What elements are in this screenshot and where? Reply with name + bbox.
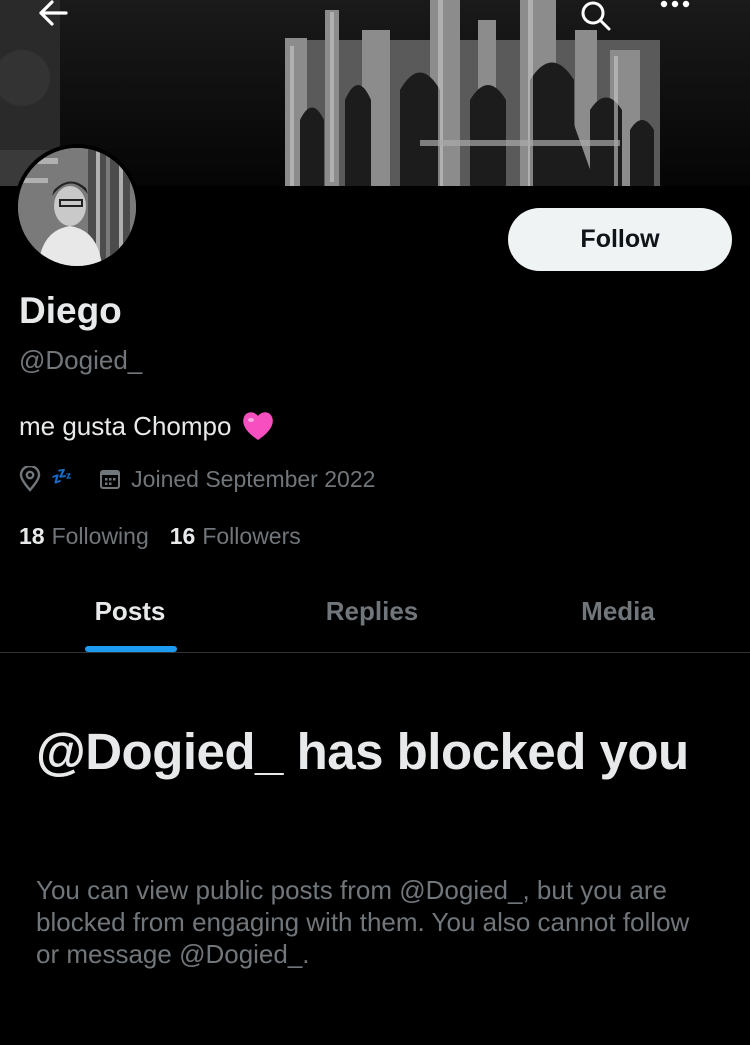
- active-tab-indicator: [85, 646, 177, 652]
- following-count: 18: [19, 523, 45, 549]
- avatar[interactable]: [14, 144, 140, 270]
- location-text: 💤: [51, 467, 72, 486]
- follow-button[interactable]: Follow: [508, 208, 732, 271]
- more-dots-icon: [660, 0, 690, 8]
- following-label: Following: [51, 523, 149, 549]
- location-icon: [19, 466, 41, 492]
- profile-tabs: Posts Replies Media: [0, 570, 750, 653]
- following-link[interactable]: 18 Following: [19, 519, 149, 553]
- followers-count: 16: [169, 523, 196, 549]
- tab-media[interactable]: Media: [494, 570, 742, 652]
- tab-posts[interactable]: Posts: [0, 570, 260, 652]
- followers-label: Followers: [202, 523, 301, 549]
- search-button[interactable]: [580, 0, 632, 38]
- blocked-title: @Dogied_ has blocked you: [36, 723, 689, 780]
- search-icon: [581, 1, 611, 31]
- back-button[interactable]: [38, 0, 92, 38]
- bio: me gusta Chompo: [19, 408, 275, 444]
- joined-date: Joined September 2022: [131, 465, 376, 492]
- user-handle: @Dogied_: [19, 345, 143, 375]
- tab-replies[interactable]: Replies: [250, 570, 494, 652]
- back-arrow-icon: [39, 0, 68, 26]
- bio-text: me gusta Chompo: [19, 411, 232, 441]
- calendar-icon: [99, 468, 121, 490]
- followers-link[interactable]: 16 Followers: [170, 519, 301, 553]
- avatar-photo: [18, 148, 136, 266]
- pink-heart-icon: [241, 410, 275, 442]
- blocked-description: You can view public posts from @Dogied_,…: [36, 875, 690, 969]
- more-options-button[interactable]: [660, 0, 712, 38]
- display-name: Diego: [19, 290, 122, 331]
- avatar-image: [18, 148, 136, 266]
- profile-meta: 💤 Joined September 2022: [19, 462, 375, 496]
- follow-stats: 18 Following 16 Followers: [19, 519, 301, 553]
